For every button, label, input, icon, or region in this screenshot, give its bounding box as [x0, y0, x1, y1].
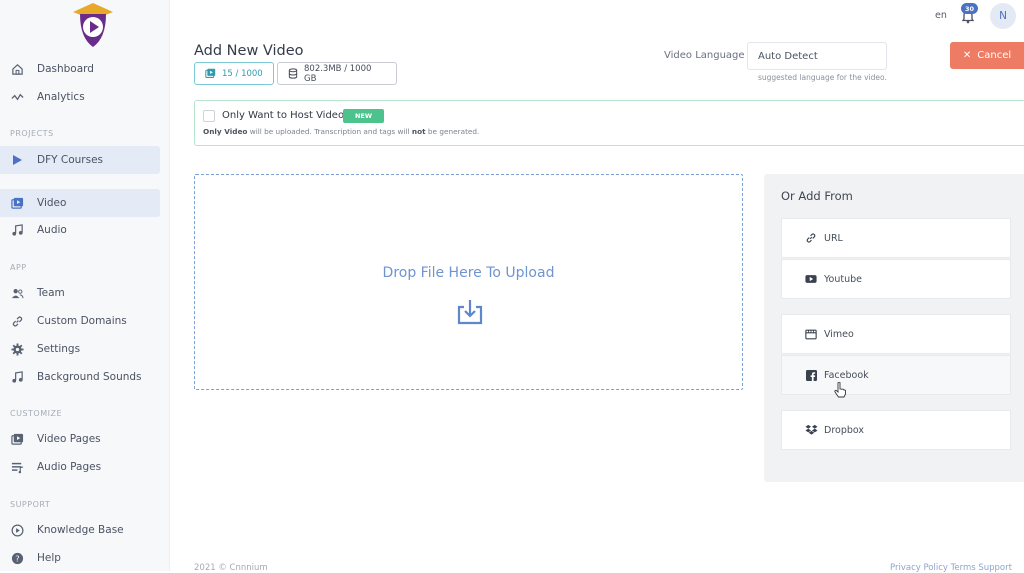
sidebar-item-label: Knowledge Base: [37, 524, 124, 536]
host-note-strong: Only Video: [203, 127, 248, 136]
sidebar-item-label: Background Sounds: [37, 371, 142, 383]
hand-cursor-icon: [834, 382, 846, 398]
section-support: SUPPORT: [10, 500, 51, 509]
host-only-panel: Only Want to Host Video NEW Only Video w…: [194, 100, 1024, 146]
app-logo[interactable]: [68, 0, 118, 50]
host-only-label[interactable]: Only Want to Host Video: [222, 110, 344, 121]
source-dropbox-button[interactable]: Dropbox: [781, 410, 1011, 450]
source-youtube-button[interactable]: Youtube: [781, 259, 1011, 299]
sidebar-item-label: DFY Courses: [37, 154, 104, 166]
sidebar-item-label: Audio Pages: [37, 461, 102, 473]
sidebar-item-custom-domains[interactable]: Custom Domains: [0, 307, 160, 335]
sidebar-item-help[interactable]: ? Help: [0, 544, 160, 572]
source-label: Facebook: [824, 369, 869, 381]
youtube-icon: [804, 274, 818, 284]
cancel-label: Cancel: [977, 50, 1012, 61]
video-language-label: Video Language :: [664, 50, 752, 61]
new-badge: NEW: [343, 109, 384, 123]
sidebar-item-video-pages[interactable]: Video Pages: [0, 425, 160, 453]
link-icon: [804, 232, 818, 244]
avatar[interactable]: N: [990, 3, 1016, 29]
sidebar-item-label: Settings: [37, 343, 81, 355]
video-language-select[interactable]: Auto Detect: [747, 42, 887, 70]
notification-count-badge: 30: [961, 3, 978, 14]
sidebar-item-label: Dashboard: [37, 63, 94, 75]
section-projects: PROJECTS: [10, 129, 54, 138]
add-from-title: Or Add From: [781, 189, 853, 203]
storage-text: 802.3MB / 1000 GB: [304, 63, 372, 84]
database-icon: [288, 68, 298, 79]
storage-badge: 802.3MB / 1000 GB: [277, 62, 397, 85]
audio-pages-icon: [10, 460, 24, 474]
sidebar-item-label: Help: [37, 552, 61, 564]
help-icon: ?: [10, 551, 24, 565]
dropzone-text: Drop File Here To Upload: [382, 265, 555, 281]
sidebar-item-label: Custom Domains: [37, 315, 127, 327]
play-icon: [10, 153, 24, 167]
video-language-help: suggested language for the video.: [758, 73, 887, 82]
sidebar-item-knowledge-base[interactable]: Knowledge Base: [0, 516, 160, 544]
sidebar-item-team[interactable]: Team: [0, 279, 160, 307]
sidebar-item-analytics[interactable]: Analytics: [0, 83, 160, 111]
video-icon: [10, 196, 24, 210]
source-label: Dropbox: [824, 424, 865, 436]
music-icon: [10, 223, 24, 237]
svg-text:?: ?: [15, 553, 19, 563]
link-icon: [10, 314, 24, 328]
source-label: URL: [824, 232, 843, 244]
video-count-text: 15 / 1000: [222, 68, 263, 79]
sidebar-item-dfy-courses[interactable]: DFY Courses: [0, 146, 160, 174]
section-app: APP: [10, 263, 27, 272]
dropbox-icon: [804, 424, 818, 436]
sidebar-item-label: Team: [37, 287, 65, 299]
host-note-not: not: [411, 127, 426, 136]
gear-icon: [10, 342, 24, 356]
users-icon: [10, 286, 24, 300]
source-label: Youtube: [824, 273, 862, 285]
video-count-icon: [205, 68, 216, 79]
source-facebook-button[interactable]: Facebook: [781, 355, 1011, 395]
sidebar-item-settings[interactable]: Settings: [0, 335, 160, 363]
host-only-note: Only Video will be uploaded. Transcripti…: [203, 127, 479, 136]
video-pages-icon: [10, 432, 24, 446]
close-icon: ✕: [962, 50, 972, 61]
facebook-icon: [804, 369, 818, 381]
home-icon: [10, 62, 24, 76]
source-label: Vimeo: [824, 328, 854, 340]
section-customize: CUSTOMIZE: [10, 409, 62, 418]
music-icon: [10, 370, 24, 384]
cancel-button[interactable]: ✕ Cancel: [950, 42, 1024, 69]
sidebar: Dashboard Analytics PROJECTS DFY Courses…: [0, 0, 170, 571]
language-switcher[interactable]: en: [935, 10, 947, 21]
sidebar-item-label: Audio: [37, 224, 67, 236]
host-note-text: will be uploaded. Transcription and tags…: [247, 127, 412, 136]
sidebar-item-label: Video Pages: [37, 433, 101, 445]
source-vimeo-button[interactable]: Vimeo: [781, 314, 1011, 354]
video-count-badge: 15 / 1000: [194, 62, 274, 85]
footer-links[interactable]: Privacy Policy Terms Support: [890, 563, 1012, 573]
sidebar-item-video[interactable]: Video: [0, 189, 160, 217]
upload-dropzone[interactable]: Drop File Here To Upload: [194, 174, 743, 390]
footer-copyright: 2021 © Cnnnium: [194, 563, 268, 573]
host-only-checkbox[interactable]: [203, 110, 215, 122]
page-title: Add New Video: [194, 43, 304, 59]
sidebar-item-dashboard[interactable]: Dashboard: [0, 55, 160, 83]
play-circle-icon: [10, 523, 24, 537]
sidebar-item-label: Video: [37, 197, 67, 209]
source-url-button[interactable]: URL: [781, 218, 1011, 258]
upload-icon: [457, 300, 483, 325]
sidebar-item-audio[interactable]: Audio: [0, 216, 160, 244]
sidebar-item-background-sounds[interactable]: Background Sounds: [0, 363, 160, 391]
host-note-end: be generated.: [425, 127, 480, 136]
sidebar-item-label: Analytics: [37, 91, 85, 103]
sidebar-item-audio-pages[interactable]: Audio Pages: [0, 453, 160, 481]
vimeo-icon: [804, 329, 818, 340]
main-content: en 30 N Add New Video 15 / 1000 802.3MB …: [171, 0, 1024, 573]
activity-icon: [10, 90, 24, 104]
add-from-panel: Or Add From URL Youtube Vimeo Facebook D…: [764, 174, 1024, 482]
